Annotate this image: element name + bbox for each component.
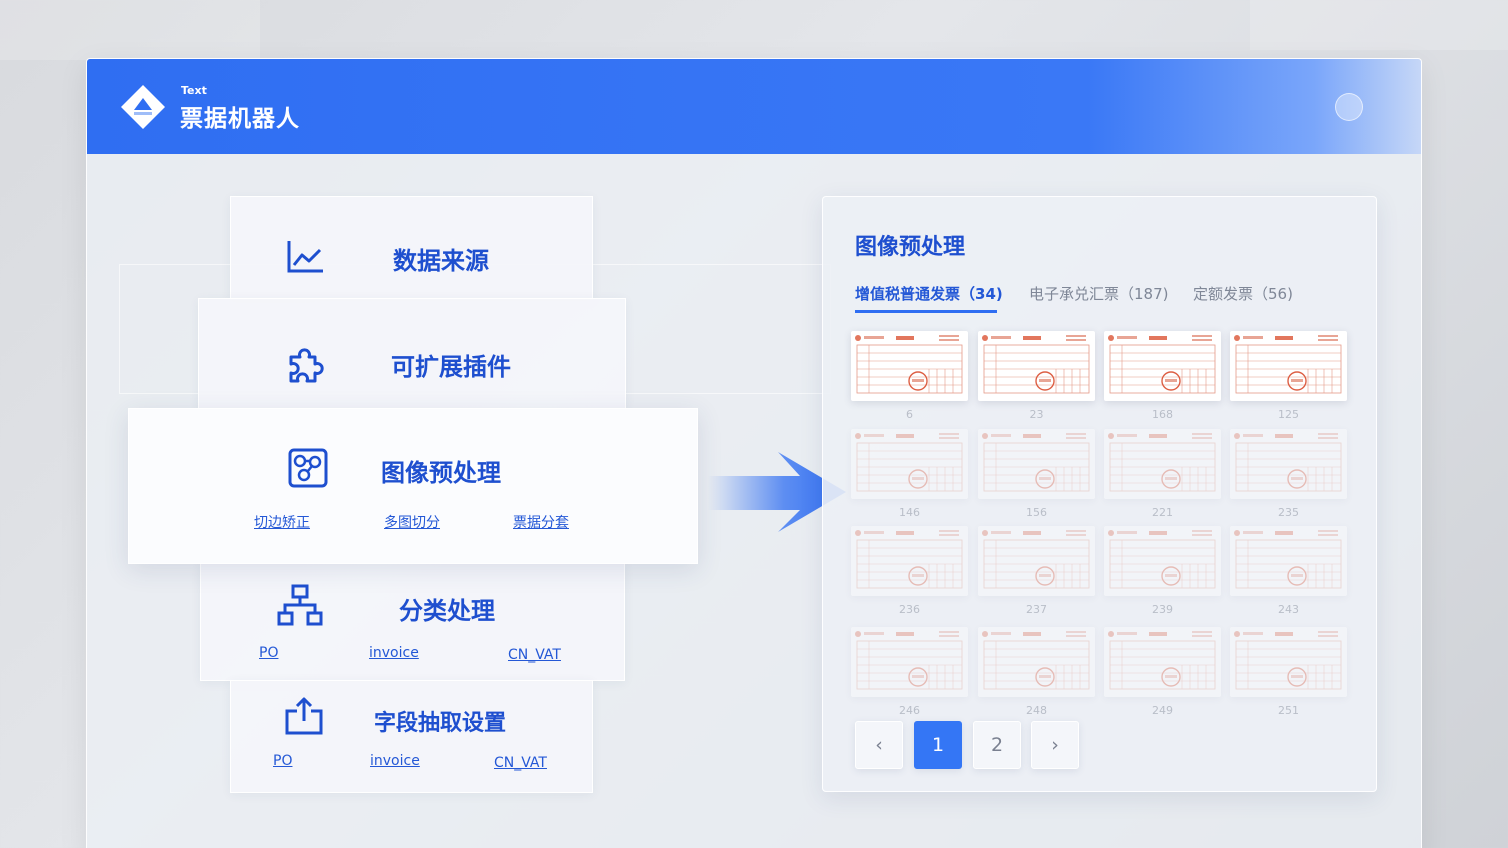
- app-subtitle: Text: [181, 84, 207, 97]
- background-block: [1250, 0, 1508, 50]
- background-block: [0, 0, 260, 60]
- thumbnail-number: 248: [1026, 704, 1047, 717]
- image-process-icon: [288, 448, 328, 488]
- classify-link-po[interactable]: PO: [259, 645, 278, 661]
- thumbnail-number: 236: [899, 603, 920, 616]
- step-title: 字段抽取设置: [374, 711, 507, 736]
- invoice-thumbnail[interactable]: [978, 429, 1095, 499]
- invoice-thumbnail[interactable]: [1104, 526, 1221, 596]
- tab-active-indicator: [855, 310, 997, 313]
- step-card-data-source[interactable]: 数据来源: [230, 196, 593, 300]
- extract-link-cn-vat[interactable]: CN_VAT: [494, 755, 547, 771]
- thumbnail-number: 239: [1152, 603, 1173, 616]
- invoice-thumbnail[interactable]: [851, 429, 968, 499]
- step-card-image-preprocess[interactable]: 图像预处理 切边矫正 多图切分 票据分套: [128, 408, 698, 564]
- upload-tray-icon: [285, 697, 323, 735]
- invoice-thumbnail[interactable]: [851, 526, 968, 596]
- step-title: 图像预处理: [381, 459, 501, 487]
- preprocess-link-split[interactable]: 多图切分: [384, 512, 440, 532]
- tab-e-acceptance[interactable]: 电子承兑汇票（187): [1029, 283, 1168, 304]
- preprocess-link-crop[interactable]: 切边矫正: [254, 512, 310, 532]
- step-title: 分类处理: [399, 597, 495, 625]
- header-bar: Text 票据机器人: [87, 59, 1421, 154]
- page-button-1[interactable]: 1: [914, 721, 962, 769]
- logo-icon: [121, 85, 165, 129]
- thumbnail-number: 246: [899, 704, 920, 717]
- thumbnail-number: 156: [1026, 506, 1047, 519]
- thumbnail-number: 251: [1278, 704, 1299, 717]
- hierarchy-icon: [277, 584, 323, 626]
- page-button-2[interactable]: 2: [973, 721, 1021, 769]
- step-card-plugins[interactable]: 可扩展插件: [198, 298, 626, 411]
- invoice-thumbnail[interactable]: [1104, 331, 1221, 401]
- invoice-thumbnail[interactable]: [978, 627, 1095, 697]
- extract-link-invoice[interactable]: invoice: [370, 753, 420, 769]
- thumbnail-number: 243: [1278, 603, 1299, 616]
- invoice-thumbnail[interactable]: [851, 627, 968, 697]
- thumbnail-number: 125: [1278, 408, 1299, 421]
- thumbnail-number: 235: [1278, 506, 1299, 519]
- extract-link-po[interactable]: PO: [273, 753, 292, 769]
- invoice-thumbnail[interactable]: [1104, 627, 1221, 697]
- invoice-thumbnail[interactable]: [978, 331, 1095, 401]
- thumbnail-number: 249: [1152, 704, 1173, 717]
- thumbnail-number: 146: [899, 506, 920, 519]
- user-avatar[interactable]: [1335, 93, 1363, 121]
- app-title: 票据机器人: [180, 106, 300, 132]
- preview-panel: 图像预处理 增值税普通发票（34) 电子承兑汇票（187) 定额发票（56) 6…: [822, 196, 1377, 792]
- panel-title: 图像预处理: [855, 235, 966, 260]
- invoice-thumbnail[interactable]: [1230, 429, 1347, 499]
- thumbnail-number: 23: [1029, 408, 1044, 421]
- step-title: 可扩展插件: [391, 353, 511, 381]
- tab-fixed-invoice[interactable]: 定额发票（56): [1193, 283, 1293, 304]
- preprocess-link-group[interactable]: 票据分套: [513, 512, 569, 532]
- puzzle-icon: [289, 348, 324, 383]
- invoice-thumbnail[interactable]: [1230, 526, 1347, 596]
- invoice-thumbnail[interactable]: [1104, 429, 1221, 499]
- tab-vat-invoice[interactable]: 增值税普通发票（34): [855, 283, 1003, 304]
- step-title: 数据来源: [393, 247, 489, 275]
- invoice-thumbnail[interactable]: [851, 331, 968, 401]
- next-page-button[interactable]: ›: [1031, 721, 1079, 769]
- prev-page-button[interactable]: ‹: [855, 721, 903, 769]
- invoice-thumbnail[interactable]: [1230, 627, 1347, 697]
- thumbnail-number: 237: [1026, 603, 1047, 616]
- invoice-thumbnail[interactable]: [978, 526, 1095, 596]
- step-card-classify[interactable]: 分类处理 PO invoice CN_VAT: [200, 560, 625, 681]
- invoice-thumbnail[interactable]: [1230, 331, 1347, 401]
- classify-link-invoice[interactable]: invoice: [369, 645, 419, 661]
- thumbnail-number: 6: [906, 408, 913, 421]
- thumbnail-number: 221: [1152, 506, 1173, 519]
- thumbnail-number: 168: [1152, 408, 1173, 421]
- step-card-field-extraction[interactable]: 字段抽取设置 PO invoice CN_VAT: [230, 680, 593, 793]
- line-chart-icon: [287, 241, 323, 273]
- classify-link-cn-vat[interactable]: CN_VAT: [508, 647, 561, 663]
